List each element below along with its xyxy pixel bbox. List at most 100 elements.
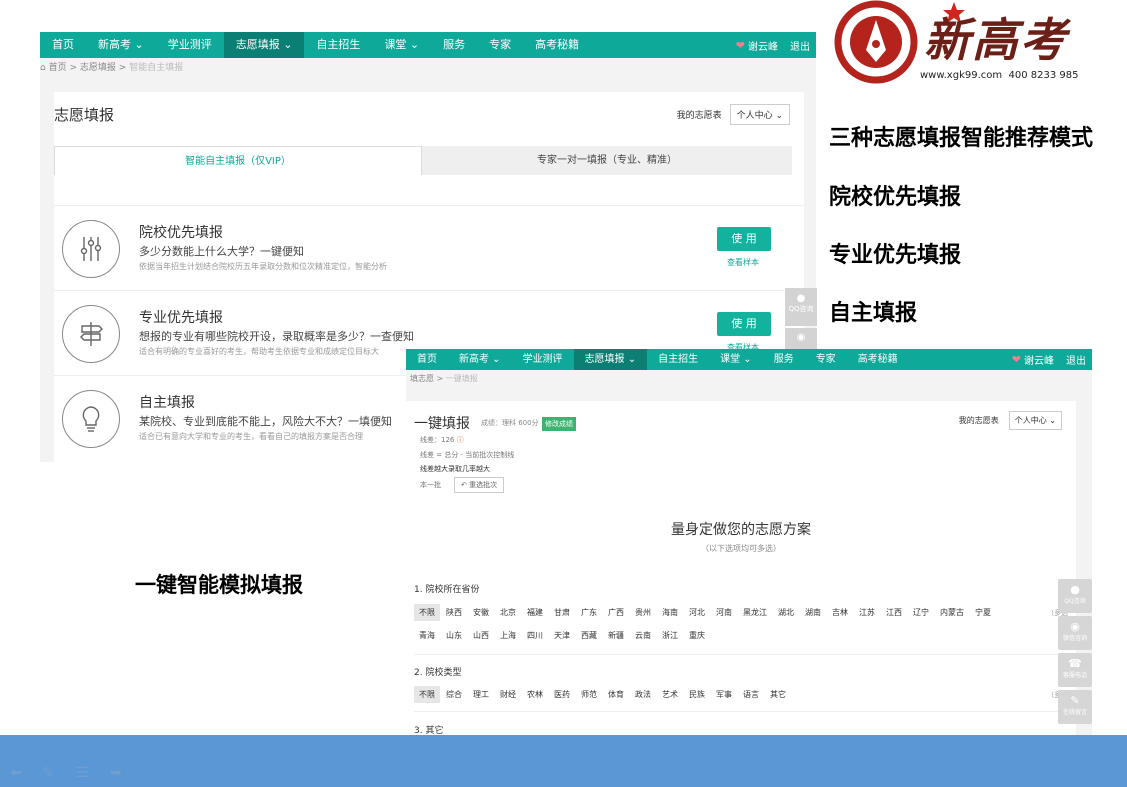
crumb-home[interactable]: 填志愿 [410, 374, 434, 383]
option-chip[interactable]: 福建 [522, 604, 548, 621]
crumb-mid[interactable]: 志愿填报 [80, 63, 116, 73]
row-subtitle: 多少分数能上什么大学？一键便知 [139, 245, 304, 258]
option-chip[interactable]: 体育 [603, 686, 629, 703]
help-icon[interactable]: ⓘ [457, 436, 464, 444]
logout-link[interactable]: 退出 [784, 38, 816, 53]
qq-icon: ● [1070, 583, 1080, 596]
reselect-batch-button[interactable]: ↶ 重选批次 [454, 477, 505, 493]
option-chip[interactable]: 青海 [414, 627, 440, 644]
option-chip[interactable]: 重庆 [684, 627, 710, 644]
my-plan-link[interactable]: 我的志愿表 [677, 108, 722, 121]
option-chip[interactable]: 不限 [414, 686, 440, 703]
option-chip[interactable]: 西藏 [576, 627, 602, 644]
menu-icon[interactable]: ☰ [76, 765, 89, 781]
nav-tips[interactable]: 高考秘籍 [847, 349, 909, 370]
option-chip[interactable]: 广东 [576, 604, 602, 621]
option-chip[interactable]: 综合 [441, 686, 467, 703]
option-chip[interactable]: 财经 [495, 686, 521, 703]
logout-link[interactable]: 退出 [1060, 352, 1092, 367]
option-chip[interactable]: 云南 [630, 627, 656, 644]
option-chip[interactable]: 贵州 [630, 604, 656, 621]
user-menu[interactable]: ❤ 谢云峰 [730, 38, 784, 53]
personal-center-select[interactable]: 个人中心 ⌄ [729, 104, 790, 125]
pen-icon[interactable]: ✎ [42, 765, 54, 781]
option-chip[interactable]: 医药 [549, 686, 575, 703]
option-chip[interactable]: 甘肃 [549, 604, 575, 621]
nav-application[interactable]: 志愿填报 ⌄ [223, 32, 305, 58]
option-chip[interactable]: 不限 [414, 604, 440, 621]
option-chip[interactable]: 江苏 [854, 604, 880, 621]
option-chip[interactable]: 河南 [711, 604, 737, 621]
nav-self-enrollment[interactable]: 自主招生 [304, 32, 372, 58]
option-chip[interactable]: 上海 [495, 627, 521, 644]
personal-center-select[interactable]: 个人中心 ⌄ [1008, 411, 1062, 430]
option-chip[interactable]: 新疆 [603, 627, 629, 644]
option-chip[interactable]: 政法 [630, 686, 656, 703]
qq-consult-button[interactable]: ● QQ咨询 [785, 288, 817, 326]
heading-school-first: 院校优先填报 [829, 185, 962, 210]
option-chip[interactable]: 湖南 [800, 604, 826, 621]
tab-smart[interactable]: 智能自主填报（仅VIP） [54, 146, 422, 175]
nav-self-enrollment[interactable]: 自主招生 [647, 349, 709, 370]
lightbulb-icon [62, 390, 120, 448]
screenshot-one-click: 首页 新高考 ⌄ 学业测评 志愿填报 ⌄ 自主招生 课堂 ⌄ 服务 专家 高考秘… [406, 349, 1092, 736]
tab-expert[interactable]: 专家一对一填报（专业、精准） [422, 146, 792, 175]
nav-new-gaokao[interactable]: 新高考 ⌄ [86, 32, 156, 58]
option-chip[interactable]: 安徽 [468, 604, 494, 621]
option-chip[interactable]: 江西 [881, 604, 907, 621]
option-chip[interactable]: 四川 [522, 627, 548, 644]
option-chip[interactable]: 吉林 [827, 604, 853, 621]
option-chip[interactable]: 广西 [603, 604, 629, 621]
nav-home[interactable]: 首页 [40, 32, 86, 58]
nav-service[interactable]: 服务 [763, 349, 805, 370]
back-arrow-icon[interactable]: ⬅ [10, 765, 22, 781]
nav-service[interactable]: 服务 [431, 32, 477, 58]
phone-button[interactable]: ☎ 客服电话 [1058, 653, 1092, 687]
option-chip[interactable]: 宁夏 [970, 604, 996, 621]
nav-classroom[interactable]: 课堂 ⌄ [372, 32, 431, 58]
my-plan-link[interactable]: 我的志愿表 [959, 415, 999, 426]
option-chip[interactable]: 黑龙江 [738, 604, 772, 621]
crumb-home[interactable]: 首页 [49, 63, 67, 73]
option-chip[interactable]: 其它 [765, 686, 791, 703]
modify-score-button[interactable]: 修改成绩 [542, 417, 576, 431]
nav-home[interactable]: 首页 [406, 349, 448, 370]
use-button[interactable]: 使 用 [717, 312, 771, 336]
nav-experts[interactable]: 专家 [477, 32, 523, 58]
option-chip[interactable]: 语言 [738, 686, 764, 703]
option-chip[interactable]: 陕西 [441, 604, 467, 621]
use-button[interactable]: 使 用 [717, 227, 771, 251]
option-chip[interactable]: 天津 [549, 627, 575, 644]
forward-arrow-icon[interactable]: ➡ [110, 765, 122, 781]
nav-assessment[interactable]: 学业测评 [156, 32, 224, 58]
nav-new-gaokao[interactable]: 新高考 ⌄ [448, 349, 512, 370]
option-chip[interactable]: 师范 [576, 686, 602, 703]
option-chip[interactable]: 农林 [522, 686, 548, 703]
province-section-title: 1. 院校所在省份 [414, 585, 480, 595]
option-chip[interactable]: 军事 [711, 686, 737, 703]
option-chip[interactable]: 湖北 [773, 604, 799, 621]
option-chip[interactable]: 艺术 [657, 686, 683, 703]
option-chip[interactable]: 北京 [495, 604, 521, 621]
message-button[interactable]: ✎ 在线留言 [1058, 690, 1092, 724]
view-sample-link[interactable]: 查看样本 [727, 257, 759, 268]
option-chip[interactable]: 浙江 [657, 627, 683, 644]
nav-classroom[interactable]: 课堂 ⌄ [709, 349, 763, 370]
nav-assessment[interactable]: 学业测评 [512, 349, 574, 370]
option-chip[interactable]: 河北 [684, 604, 710, 621]
nav-experts[interactable]: 专家 [805, 349, 847, 370]
option-chip[interactable]: 辽宁 [908, 604, 934, 621]
line-diff: 线差：126 [420, 436, 455, 444]
wechat-consult-button[interactable]: ◉ 微信咨询 [1058, 616, 1092, 650]
nav-tips[interactable]: 高考秘籍 [523, 32, 591, 58]
option-chip[interactable]: 内蒙古 [935, 604, 969, 621]
option-chip[interactable]: 山西 [468, 627, 494, 644]
nav-application[interactable]: 志愿填报 ⌄ [573, 349, 648, 370]
option-chip[interactable]: 民族 [684, 686, 710, 703]
user-menu[interactable]: ❤ 谢云峰 [1006, 352, 1060, 367]
page-title: 志愿填报 [54, 106, 115, 124]
qq-consult-button[interactable]: ● QQ咨询 [1058, 579, 1092, 613]
option-chip[interactable]: 山东 [441, 627, 467, 644]
option-chip[interactable]: 海南 [657, 604, 683, 621]
option-chip[interactable]: 理工 [468, 686, 494, 703]
